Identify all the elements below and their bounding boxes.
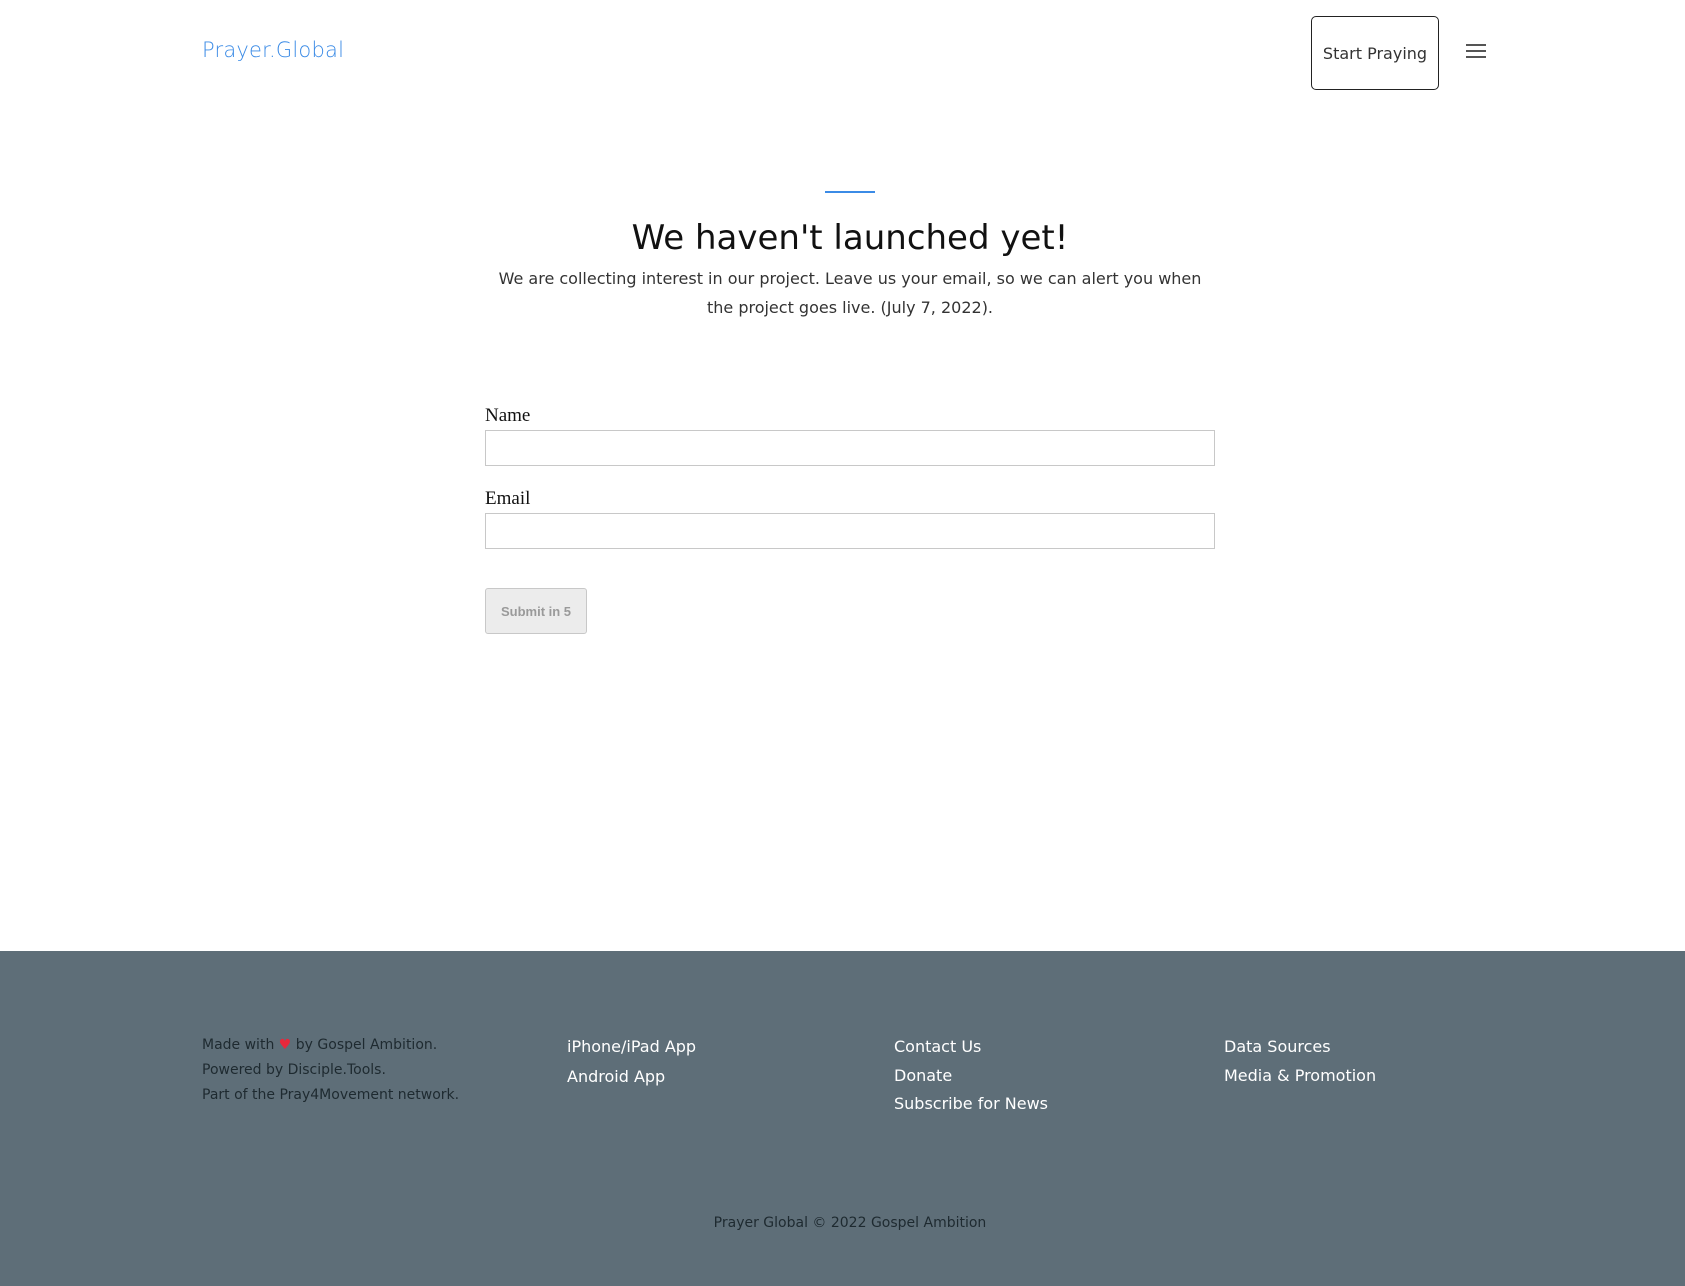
hamburger-menu-icon[interactable] bbox=[1466, 44, 1486, 60]
pray4movement-link[interactable]: Part of the Pray4Movement network. bbox=[202, 1087, 459, 1103]
data-sources-link[interactable]: Data Sources bbox=[1224, 1033, 1376, 1062]
footer-links-contact: Contact Us Donate Subscribe for News bbox=[894, 1033, 1048, 1119]
footer-links-data: Data Sources Media & Promotion bbox=[1224, 1033, 1376, 1090]
name-input[interactable] bbox=[485, 430, 1215, 466]
email-label: Email bbox=[485, 488, 531, 509]
android-app-label: Android App bbox=[567, 1066, 666, 1086]
iphone-app-link[interactable]: iPhone/iPad App bbox=[563, 1033, 696, 1063]
contact-us-link[interactable]: Contact Us bbox=[894, 1033, 1048, 1062]
heart-icon: ♥ bbox=[278, 1037, 292, 1053]
start-praying-button[interactable]: Start Praying bbox=[1311, 16, 1439, 90]
copyright-text: Prayer Global © 2022 Gospel Ambition bbox=[713, 1215, 987, 1231]
submit-button[interactable]: Submit in 5 bbox=[485, 588, 587, 634]
footer-apps: iPhone/iPad App Android App bbox=[563, 1033, 696, 1092]
brand-logo-link[interactable]: Prayer.Global bbox=[202, 38, 344, 62]
disciple-tools-link[interactable]: Powered by Disciple.Tools. bbox=[202, 1062, 386, 1078]
name-label: Name bbox=[485, 405, 531, 426]
page-description: We are collecting interest in our projec… bbox=[498, 269, 1202, 317]
gospel-ambition-link[interactable]: by Gospel Ambition. bbox=[296, 1037, 437, 1053]
android-app-link[interactable]: Android App bbox=[563, 1063, 696, 1093]
subscribe-news-link[interactable]: Subscribe for News bbox=[894, 1090, 1048, 1119]
iphone-app-label: iPhone/iPad App bbox=[567, 1037, 697, 1056]
signup-form: Name Email Submit in 5 bbox=[485, 405, 1215, 634]
donate-link[interactable]: Donate bbox=[894, 1062, 1048, 1091]
made-with-line: Made with ♥ by Gospel Ambition. bbox=[202, 1033, 459, 1058]
title-accent-divider bbox=[825, 191, 875, 193]
footer-about: Made with ♥ by Gospel Ambition. Powered … bbox=[202, 1033, 459, 1108]
site-footer: Made with ♥ by Gospel Ambition. Powered … bbox=[0, 951, 1685, 1286]
made-with-prefix: Made with bbox=[202, 1037, 275, 1053]
page-title: We haven't launched yet! bbox=[631, 218, 1069, 258]
media-promotion-link[interactable]: Media & Promotion bbox=[1224, 1062, 1376, 1091]
site-header: Prayer.Global Start Praying bbox=[0, 0, 1685, 105]
email-input[interactable] bbox=[485, 513, 1215, 549]
